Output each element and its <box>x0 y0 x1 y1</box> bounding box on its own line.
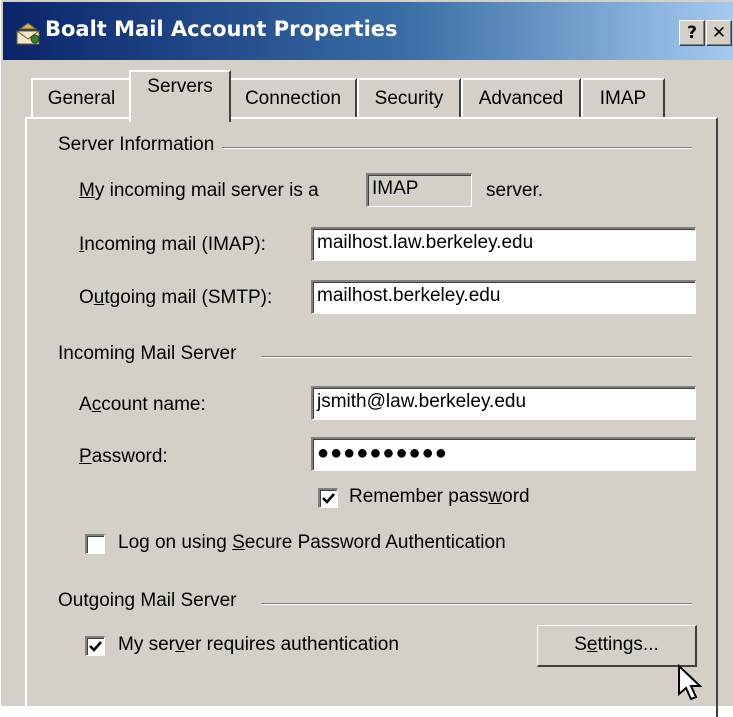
server-requires-auth-checkbox[interactable] <box>85 636 105 656</box>
secure-password-auth-label[interactable]: Log on using Secure Password Authenticat… <box>118 532 506 554</box>
tab-advanced[interactable]: Advanced <box>461 78 581 118</box>
incoming-mail-server-input[interactable]: mailhost.law.berkeley.edu <box>311 227 696 261</box>
tab-connection[interactable]: Connection <box>229 78 357 118</box>
account-name-label: Account name: <box>79 394 206 415</box>
tab-security[interactable]: Security <box>357 78 461 118</box>
incoming-server-type-field: IMAP <box>366 173 472 207</box>
tab-servers[interactable]: Servers <box>129 70 231 122</box>
settings-button[interactable]: Settings... <box>537 625 697 667</box>
checkmark-icon <box>322 493 335 504</box>
title-bar[interactable]: Boalt Mail Account Properties ? ✕ <box>3 2 733 60</box>
incoming-mail-label: Incoming mail (IMAP): <box>79 234 266 255</box>
outgoing-mail-server-group-label: Outgoing Mail Server <box>58 590 245 612</box>
password-label: Password: <box>79 446 168 467</box>
outgoing-mail-label: Outgoing mail (SMTP): <box>79 287 273 308</box>
help-button[interactable]: ? <box>679 20 705 46</box>
mail-account-icon <box>14 20 42 46</box>
password-input[interactable]: ●●●●●●●●●● <box>311 437 696 471</box>
group-divider <box>221 147 692 149</box>
server-requires-auth-label[interactable]: My server requires authentication <box>118 634 399 656</box>
window-title: Boalt Mail Account Properties <box>45 17 398 41</box>
group-divider <box>261 356 692 358</box>
account-properties-window: Boalt Mail Account Properties ? ✕ Genera… <box>0 0 733 717</box>
group-divider <box>261 603 692 605</box>
outgoing-mail-server-input[interactable]: mailhost.berkeley.edu <box>311 280 696 314</box>
remember-password-checkbox[interactable] <box>318 488 338 508</box>
account-name-input[interactable]: jsmith@law.berkeley.edu <box>311 386 696 420</box>
incoming-mail-server-group-label: Incoming Mail Server <box>58 343 245 365</box>
tab-imap[interactable]: IMAP <box>581 78 665 118</box>
close-button[interactable]: ✕ <box>706 20 732 46</box>
incoming-server-type-suffix: server. <box>486 180 544 201</box>
remember-password-label[interactable]: Remember password <box>349 486 530 508</box>
tab-general[interactable]: General <box>31 78 132 118</box>
mouse-pointer-icon <box>677 663 707 709</box>
incoming-server-type-label: My incoming mail server is a <box>79 180 319 201</box>
secure-password-auth-checkbox[interactable] <box>85 534 105 554</box>
server-information-group-label: Server Information <box>58 134 223 156</box>
checkmark-icon <box>89 641 102 652</box>
